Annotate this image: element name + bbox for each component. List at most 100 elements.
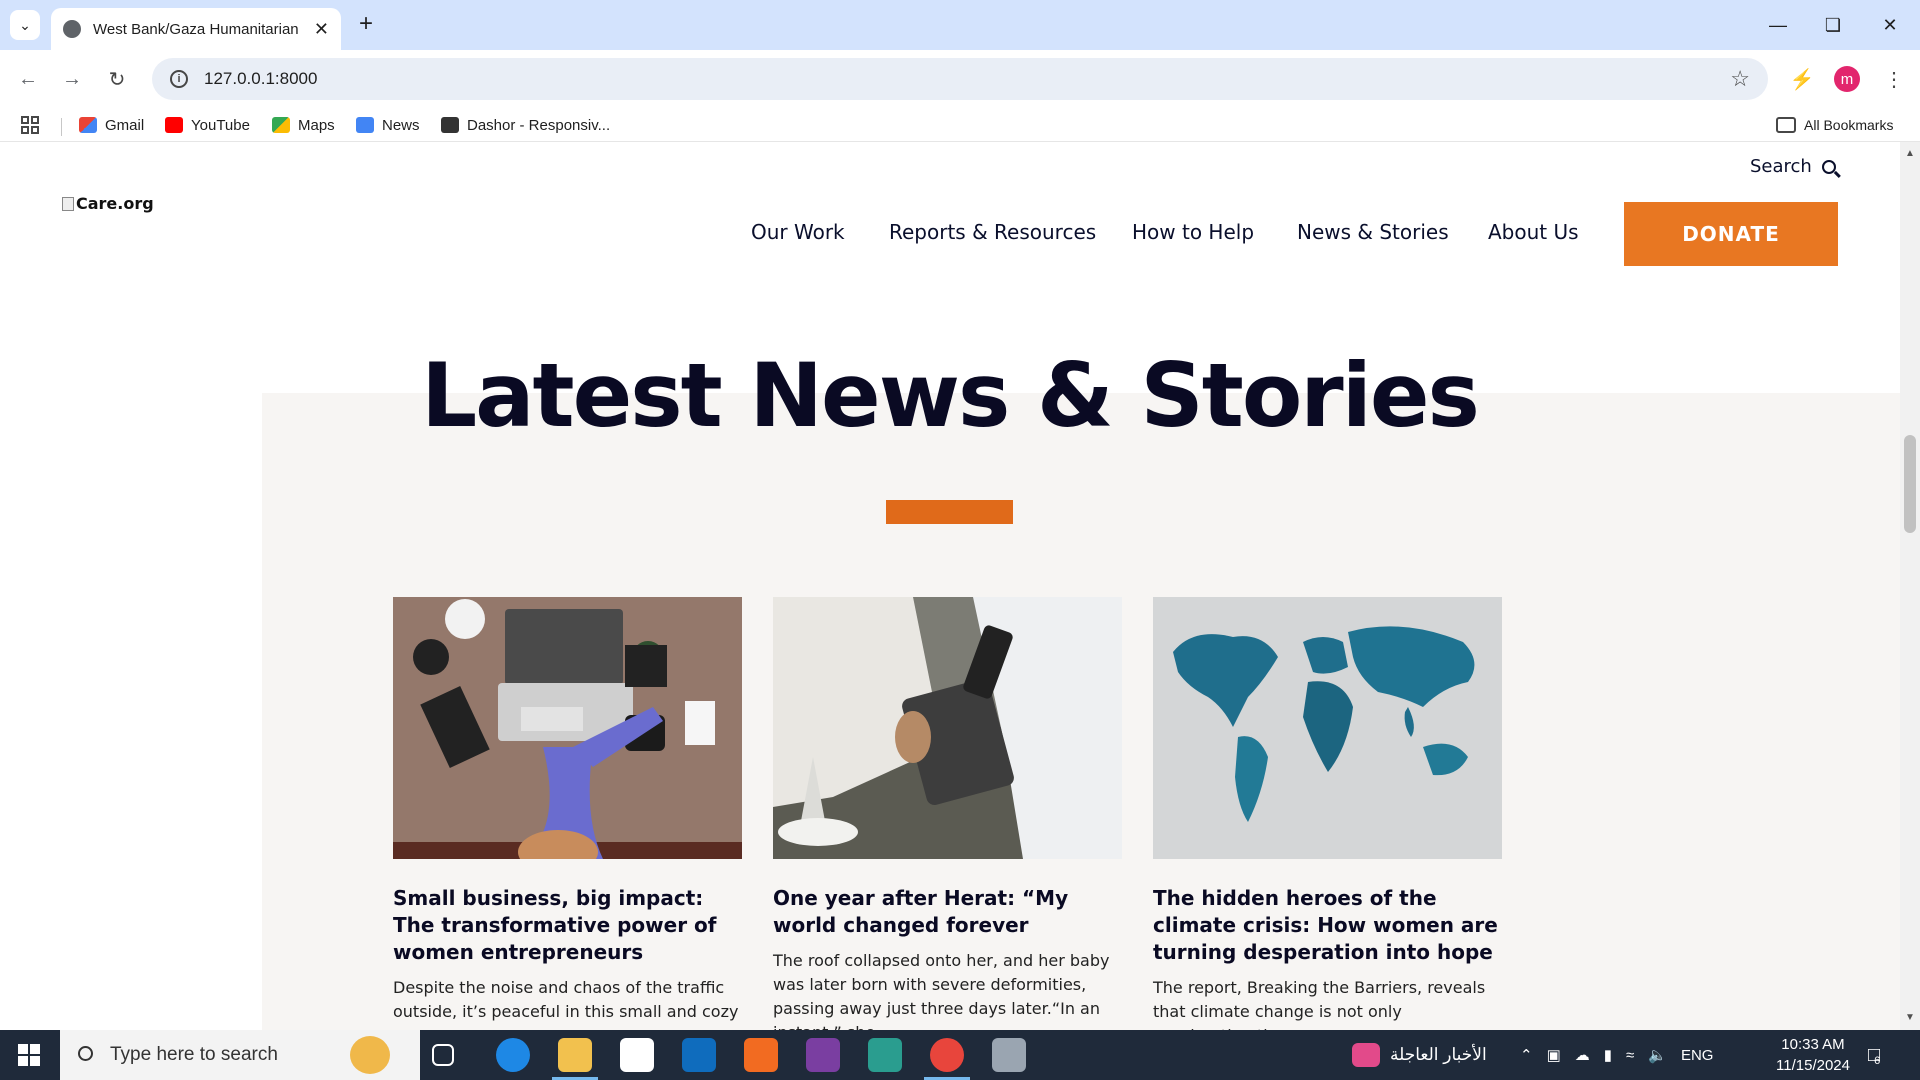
scroll-up-arrow-icon[interactable]: ▲ xyxy=(1905,148,1915,159)
paint-icon[interactable] xyxy=(992,1038,1026,1072)
site-search[interactable]: Search xyxy=(1750,156,1836,177)
nav-reports-resources[interactable]: Reports & Resources xyxy=(889,220,1096,244)
forward-button[interactable]: → xyxy=(56,63,88,95)
folder-icon xyxy=(1776,117,1796,133)
site-info-icon[interactable]: i xyxy=(170,70,188,88)
site-logo[interactable]: Care.org xyxy=(62,194,154,213)
windows-start-icon[interactable] xyxy=(18,1044,40,1066)
edge-icon[interactable] xyxy=(496,1038,530,1072)
bookmarks-separator xyxy=(61,118,62,136)
language-indicator[interactable]: ENG xyxy=(1681,1047,1714,1064)
broken-image-icon xyxy=(62,196,74,211)
bookmarks-bar: Gmail YouTube Maps News Dashor - Respons… xyxy=(0,108,1920,142)
meet-icon[interactable]: ▣ xyxy=(1547,1046,1561,1064)
title-underline xyxy=(886,500,1013,524)
page-scrollbar[interactable]: ▲ ▼ xyxy=(1900,142,1920,1030)
bookmark-label: YouTube xyxy=(191,116,250,134)
story-excerpt: The report, Breaking the Barriers, revea… xyxy=(1153,978,1486,1030)
clock-date: 11/15/2024 xyxy=(1776,1057,1850,1074)
news-widget-icon xyxy=(1352,1043,1380,1067)
clock[interactable]: 10:33 AM 11/15/2024 xyxy=(1768,1034,1858,1076)
menu-kebab-icon[interactable]: ⋮ xyxy=(1879,64,1909,94)
back-button[interactable]: ← xyxy=(12,63,44,95)
story-title[interactable]: One year after Herat: “My world changed … xyxy=(773,885,1122,939)
news-icon xyxy=(356,117,374,133)
nav-news-stories[interactable]: News & Stories xyxy=(1297,220,1449,244)
bookmark-label: News xyxy=(382,116,420,134)
bookmark-news[interactable]: News xyxy=(356,114,420,136)
phpstorm-icon[interactable] xyxy=(806,1038,840,1072)
outlook-icon[interactable] xyxy=(682,1038,716,1072)
scroll-down-arrow-icon[interactable]: ▼ xyxy=(1905,1012,1915,1023)
minimize-button[interactable]: — xyxy=(1758,10,1798,40)
nav-about-us[interactable]: About Us xyxy=(1488,220,1579,244)
news-widget-label: الأخبار العاجلة xyxy=(1390,1045,1487,1064)
taskbar-search-placeholder: Type here to search xyxy=(110,1044,278,1065)
story-card[interactable]: The hidden heroes of the climate crisis:… xyxy=(1153,597,1502,1030)
close-window-button[interactable]: ✕ xyxy=(1870,10,1910,40)
browser-toolbar: ← → ↻ i 127.0.0.1:8000 ☆ ⚡ m ⋮ xyxy=(0,50,1920,108)
dashor-icon xyxy=(441,117,459,133)
story-excerpt: Despite the noise and chaos of the traff… xyxy=(393,978,739,1021)
story-card[interactable]: One year after Herat: “My world changed … xyxy=(773,597,1122,1030)
chevron-down-icon: ⌄ xyxy=(19,16,31,33)
notification-count: 6 xyxy=(1874,1055,1881,1067)
story-title[interactable]: Small business, big impact: The transfor… xyxy=(393,885,742,966)
nav-our-work[interactable]: Our Work xyxy=(751,220,845,244)
notifications-button[interactable]: □ 6 xyxy=(1868,1030,1880,1080)
maps-icon xyxy=(272,117,290,133)
profile-avatar[interactable]: m xyxy=(1834,66,1860,92)
search-highlight-icon xyxy=(350,1036,390,1074)
chevron-up-icon[interactable]: ⌃ xyxy=(1520,1046,1533,1064)
scroll-thumb[interactable] xyxy=(1904,435,1916,533)
volume-icon[interactable]: 🔈 xyxy=(1648,1046,1667,1064)
tab-search-button[interactable]: ⌄ xyxy=(10,10,40,40)
tab-title: West Bank/Gaza Humanitarian Crisis xyxy=(93,20,303,38)
chrome-icon[interactable] xyxy=(930,1038,964,1072)
bookmark-dashor[interactable]: Dashor - Responsiv... xyxy=(441,114,610,136)
nav-how-to-help[interactable]: How to Help xyxy=(1132,220,1254,244)
taskbar-search-box[interactable]: Type here to search xyxy=(60,1030,420,1080)
bookmark-label: Dashor - Responsiv... xyxy=(467,116,611,134)
new-tab-button[interactable]: + xyxy=(352,10,380,38)
taskbar: Type here to search الأخبار العاجلة ⌃ ▣ … xyxy=(0,1030,1920,1080)
bookmark-youtube[interactable]: YouTube xyxy=(165,114,250,136)
bookmark-maps[interactable]: Maps xyxy=(272,114,335,136)
web-page: Search Care.org Our Work Reports & Resou… xyxy=(0,142,1900,1030)
wifi-icon[interactable]: ≈ xyxy=(1626,1047,1634,1064)
story-image-tablet-women[interactable] xyxy=(773,597,1122,859)
globe-icon xyxy=(63,20,81,38)
bookmark-star-icon[interactable]: ☆ xyxy=(1730,66,1750,92)
microsoft-store-icon[interactable] xyxy=(620,1038,654,1072)
news-widget[interactable]: الأخبار العاجلة xyxy=(1352,1030,1487,1080)
tab-strip: ⌄ West Bank/Gaza Humanitarian Crisis ✕ +… xyxy=(0,0,1920,50)
gmail-icon xyxy=(79,117,97,133)
bookmark-gmail[interactable]: Gmail xyxy=(79,114,144,136)
system-tray: ⌃ ▣ ☁ ▮ ≈ 🔈 ENG xyxy=(1520,1030,1713,1080)
all-bookmarks-button[interactable]: All Bookmarks xyxy=(1776,114,1893,136)
logo-alt-text: Care.org xyxy=(76,194,154,213)
story-image-world-map[interactable] xyxy=(1153,597,1502,859)
git-icon[interactable] xyxy=(868,1038,902,1072)
apps-grid-icon[interactable] xyxy=(20,114,40,136)
close-tab-icon[interactable]: ✕ xyxy=(314,19,329,40)
reload-button[interactable]: ↻ xyxy=(101,63,133,95)
bookmark-label: Gmail xyxy=(105,116,145,134)
battery-icon[interactable]: ▮ xyxy=(1604,1046,1612,1064)
story-card[interactable]: Small business, big impact: The transfor… xyxy=(393,597,742,1024)
address-bar[interactable]: i 127.0.0.1:8000 ☆ xyxy=(152,58,1768,100)
clock-time: 10:33 AM xyxy=(1781,1036,1845,1053)
browser-tab[interactable]: West Bank/Gaza Humanitarian Crisis ✕ xyxy=(51,8,341,50)
task-view-icon[interactable] xyxy=(432,1044,454,1066)
all-bookmarks-label: All Bookmarks xyxy=(1804,117,1894,133)
section-title: Latest News & Stories xyxy=(421,344,1480,447)
file-explorer-icon[interactable] xyxy=(558,1038,592,1072)
xampp-icon[interactable] xyxy=(744,1038,778,1072)
story-title[interactable]: The hidden heroes of the climate crisis:… xyxy=(1153,885,1502,966)
restore-button[interactable]: ❏ xyxy=(1813,10,1853,40)
extensions-icon[interactable]: ⚡ xyxy=(1787,64,1817,94)
search-label: Search xyxy=(1750,156,1812,177)
onedrive-icon[interactable]: ☁ xyxy=(1575,1046,1590,1064)
story-image-laptop-desk[interactable] xyxy=(393,597,742,859)
donate-button[interactable]: DONATE xyxy=(1624,202,1838,266)
